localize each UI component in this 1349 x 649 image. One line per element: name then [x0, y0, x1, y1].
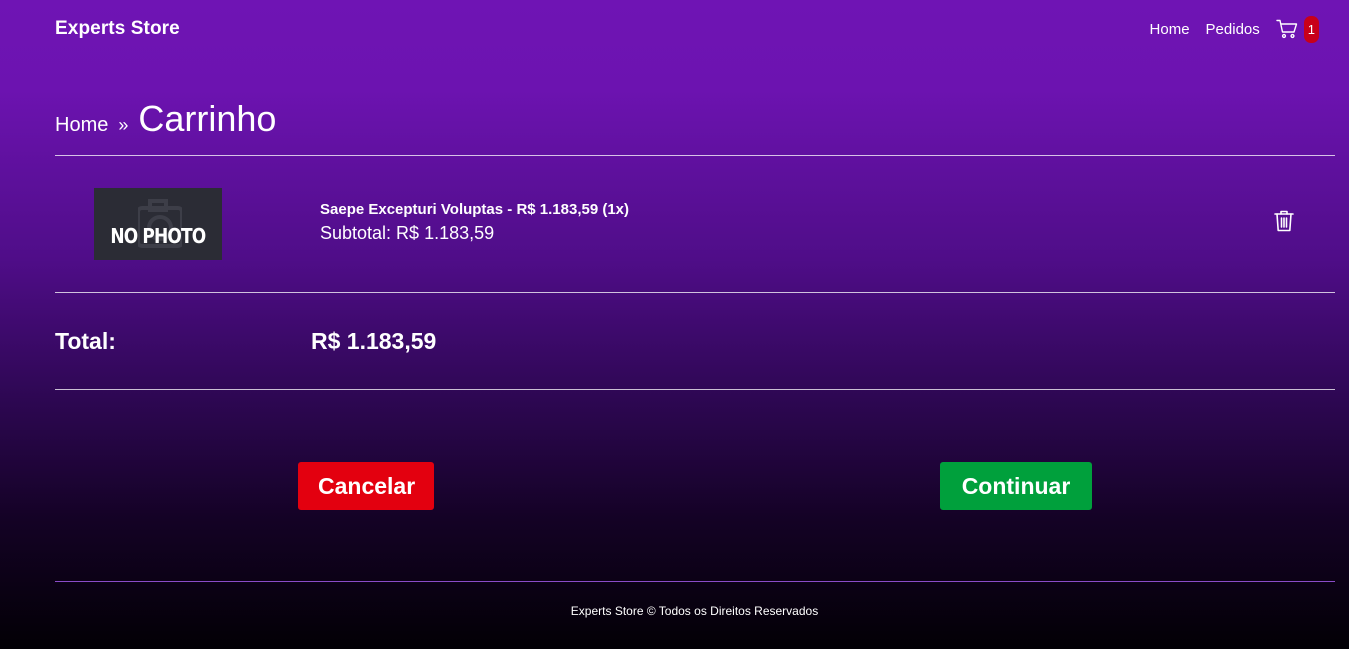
nav-link-pedidos[interactable]: Pedidos [1206, 21, 1260, 38]
divider [55, 155, 1335, 156]
nav-links: Home Pedidos 1 [1150, 15, 1319, 43]
total-label: Total: [55, 328, 116, 354]
no-photo-label: NO PHOTO [110, 224, 207, 248]
nav-link-home[interactable]: Home [1150, 21, 1190, 38]
item-subtotal: Subtotal: R$ 1.183,59 [320, 223, 495, 243]
footer-divider [55, 581, 1335, 582]
brand-logo[interactable]: Experts Store [55, 18, 180, 40]
breadcrumb-home[interactable]: Home [55, 114, 108, 137]
cart-count-badge: 1 [1303, 15, 1319, 43]
divider [55, 292, 1335, 293]
total-value: R$ 1.183,59 [311, 328, 437, 354]
footer-text: Experts Store © Todos os Direitos Reserv… [570, 604, 819, 618]
product-thumbnail: NO PHOTO [94, 188, 222, 260]
navbar: Experts Store Home Pedidos 1 [55, 14, 1319, 44]
divider [55, 389, 1335, 390]
item-info: Saepe Excepturi Voluptas - R$ 1.183,59 (… [320, 201, 629, 244]
page-title: Carrinho [138, 98, 277, 139]
cart-button[interactable]: 1 [1276, 15, 1319, 43]
breadcrumb: Home » Carrinho [55, 98, 276, 140]
item-name: Saepe Excepturi Voluptas - R$ 1.183,59 (… [320, 201, 630, 218]
cart-icon [1276, 19, 1298, 39]
cancel-button[interactable]: Cancelar [298, 462, 434, 510]
trash-icon[interactable] [1273, 209, 1295, 238]
breadcrumb-separator: » [118, 115, 129, 135]
continue-button[interactable]: Continuar [940, 462, 1092, 510]
